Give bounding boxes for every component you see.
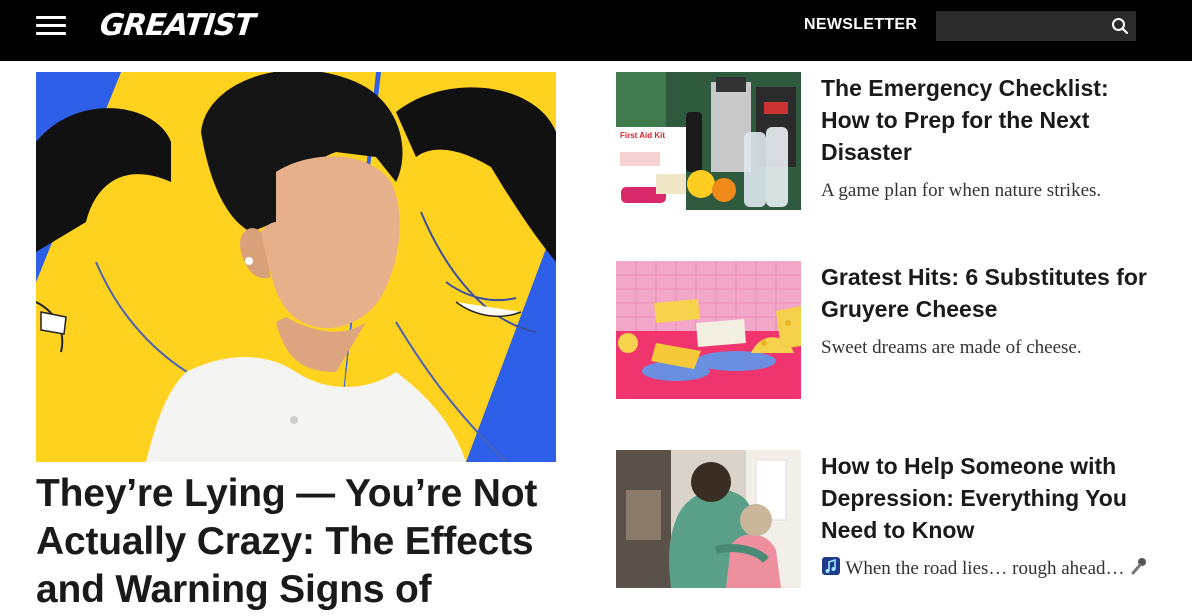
card-image-emergency-checklist[interactable]: First Aid Kit <box>616 72 801 210</box>
hero-article-image[interactable] <box>36 72 556 462</box>
first-aid-kit-label: First Aid Kit <box>620 131 665 140</box>
microphone-icon <box>1129 556 1149 586</box>
card-description-text: When the road lies… rough ahead… <box>845 558 1125 579</box>
search-input[interactable] <box>936 11 1104 41</box>
card-description: Sweet dreams are made of cheese. <box>821 337 1082 358</box>
search-box <box>936 11 1136 41</box>
top-navigation-bar: GREATIST NEWSLETTER <box>0 0 1192 61</box>
card-title[interactable]: How to Help Someone with Depression: Eve… <box>821 450 1151 546</box>
card-image-depression-help[interactable] <box>616 450 801 588</box>
music-note-icon <box>821 556 841 586</box>
card-title[interactable]: The Emergency Checklist: How to Prep for… <box>821 72 1151 168</box>
hamburger-menu-icon[interactable] <box>36 14 66 38</box>
hero-article-title[interactable]: They’re Lying — You’re Not Actually Craz… <box>36 470 576 614</box>
newsletter-link[interactable]: NEWSLETTER <box>804 16 917 34</box>
site-logo[interactable]: GREATIST <box>98 8 256 43</box>
search-icon[interactable] <box>1111 17 1129 35</box>
card-title[interactable]: Gratest Hits: 6 Substitutes for Gruyere … <box>821 261 1151 325</box>
card-description: A game plan for when nature strikes. <box>821 180 1102 201</box>
card-image-gruyere-cheese[interactable] <box>616 261 801 399</box>
card-description: When the road lies… rough ahead… <box>821 554 1151 586</box>
